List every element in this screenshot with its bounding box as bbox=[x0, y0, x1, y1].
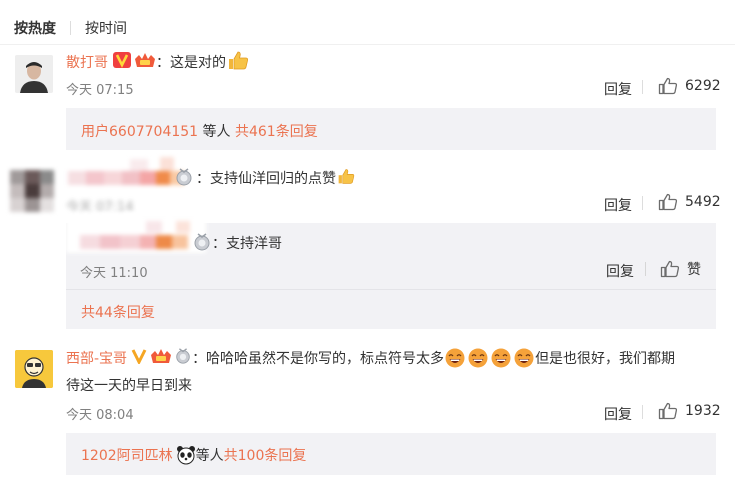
laughing-emoji-group bbox=[445, 348, 534, 368]
comment-text: ：这是对的 bbox=[156, 55, 226, 71]
avatar-image bbox=[10, 170, 54, 212]
sub-reply-text: ：支持洋哥 bbox=[212, 236, 282, 252]
thumbs-up-emoji-icon bbox=[227, 50, 249, 74]
thumbs-up-icon bbox=[658, 193, 678, 211]
like-count: 5492 bbox=[685, 194, 721, 210]
comment-time: 今天 07:15 bbox=[66, 83, 134, 98]
like-button[interactable]: 1932 bbox=[658, 402, 721, 420]
medal-badge-icon bbox=[192, 232, 212, 256]
laughing-emoji-icon bbox=[445, 348, 465, 368]
replies-summary: 1202阿司匹林 等人 共100条回复 bbox=[66, 433, 716, 475]
verified-v-icon bbox=[131, 348, 147, 368]
like-button[interactable]: 5492 bbox=[658, 193, 721, 211]
replies-summary: 用户6607704151 等人 共461条回复 bbox=[66, 108, 716, 150]
reply-button[interactable]: 回复 bbox=[604, 79, 632, 99]
divider bbox=[0, 44, 735, 45]
comment-1-body: 散打哥 ：这是对的 bbox=[66, 51, 249, 73]
tab-by-time[interactable]: 按时间 bbox=[85, 18, 127, 38]
action-divider bbox=[642, 405, 643, 419]
comment-text-continued: 但是也很好，我们都期 bbox=[535, 351, 676, 367]
username[interactable]: 散打哥 bbox=[66, 52, 108, 72]
reply-button[interactable]: 回复 bbox=[604, 404, 632, 424]
action-divider bbox=[642, 80, 643, 94]
blurred-sub-username bbox=[66, 213, 206, 253]
reply-user-link[interactable]: 1202阿司匹林 bbox=[81, 445, 173, 465]
medal-badge-icon bbox=[174, 347, 192, 369]
tab-divider bbox=[70, 21, 71, 35]
divider bbox=[66, 289, 716, 290]
avatar-image bbox=[15, 55, 53, 93]
thumbs-up-icon bbox=[658, 402, 678, 420]
verified-v-icon bbox=[113, 52, 131, 72]
avatar[interactable] bbox=[15, 350, 53, 388]
vip-crown-icon bbox=[134, 51, 156, 73]
replies-mid-text: 等人 bbox=[198, 124, 235, 140]
replies-count-link[interactable]: 共100条回复 bbox=[224, 445, 307, 465]
reply-button[interactable]: 回复 bbox=[604, 195, 632, 215]
sub-reply-time: 今天 11:10 bbox=[80, 266, 148, 281]
blurred-username bbox=[60, 153, 192, 189]
thumbs-up-icon bbox=[658, 77, 678, 95]
comment-text: ：支持仙洋回归的点赞 bbox=[196, 171, 336, 187]
avatar[interactable] bbox=[10, 170, 54, 212]
panda-emoji-icon bbox=[176, 446, 195, 465]
replies-count-link[interactable]: 共461条回复 bbox=[235, 124, 318, 140]
medal-badge-icon bbox=[174, 167, 194, 191]
comment-time: 今天 08:04 bbox=[66, 408, 134, 423]
laughing-emoji-icon bbox=[514, 348, 534, 368]
thumbs-up-icon bbox=[660, 260, 680, 278]
username[interactable]: 西部-宝哥 bbox=[66, 348, 127, 368]
avatar-image bbox=[15, 350, 53, 388]
comment-3-body: 西部-宝哥 ：哈哈哈虽然不是你写的，标点符号太多 但是也很好，我们都期 bbox=[66, 347, 675, 369]
like-count: 6292 bbox=[685, 78, 721, 94]
like-label: 赞 bbox=[687, 262, 701, 278]
more-replies-link[interactable]: 共44条回复 bbox=[81, 302, 155, 322]
vip-crown-icon bbox=[150, 347, 172, 369]
sort-tabs: 按热度 按时间 bbox=[14, 18, 127, 38]
action-divider bbox=[642, 196, 643, 210]
reply-user-link[interactable]: 用户6607704151 bbox=[81, 124, 198, 140]
avatar[interactable] bbox=[15, 55, 53, 93]
thumbs-up-emoji-icon bbox=[337, 167, 355, 189]
sub-reply-button[interactable]: 回复 bbox=[606, 261, 634, 281]
like-button[interactable]: 6292 bbox=[658, 77, 721, 95]
comment-text: ：哈哈哈虽然不是你写的，标点符号太多 bbox=[192, 351, 445, 367]
sub-like-button[interactable]: 赞 bbox=[660, 259, 701, 279]
comment-2-body: ：支持仙洋回归的点赞 bbox=[196, 168, 355, 188]
like-count: 1932 bbox=[685, 403, 721, 419]
laughing-emoji-icon bbox=[491, 348, 511, 368]
comment-text-line-2: 待这一天的早日到来 bbox=[66, 378, 192, 394]
tab-by-hot[interactable]: 按热度 bbox=[14, 18, 56, 38]
laughing-emoji-icon bbox=[468, 348, 488, 368]
action-divider bbox=[645, 262, 646, 276]
replies-mid-text: 等人 bbox=[195, 448, 224, 464]
